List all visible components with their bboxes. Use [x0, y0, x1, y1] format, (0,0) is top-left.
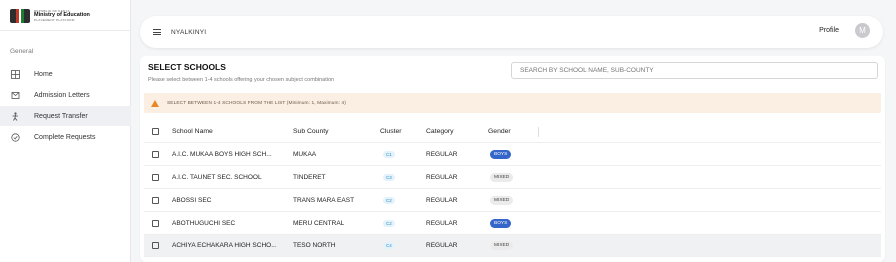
- sidebar: REPUBLIC OF KENYA Ministry of Education …: [0, 0, 131, 262]
- school-name-cell: A.I.C. MUKAA BOYS HIGH SCH...: [172, 151, 272, 158]
- header-sub-county[interactable]: Sub County: [293, 128, 380, 135]
- row-checkbox[interactable]: [152, 242, 159, 249]
- avatar[interactable]: M: [855, 23, 870, 38]
- gender-badge: BOYS: [490, 150, 512, 159]
- cluster-badge: C2: [383, 197, 395, 204]
- home-icon: [11, 69, 20, 79]
- school-name-cell: ABOSSI SEC: [172, 197, 212, 204]
- sidebar-item-label: Home: [34, 70, 53, 78]
- row-checkbox[interactable]: [152, 151, 159, 158]
- cluster-badge: C2: [383, 220, 395, 227]
- category-cell: REGULAR: [426, 174, 458, 181]
- sidebar-item-request-transfer[interactable]: Request Transfer: [0, 106, 131, 126]
- gender-badge: BOYS: [490, 219, 512, 228]
- sidebar-item-complete-requests[interactable]: Complete Requests: [0, 127, 131, 147]
- select-schools-card: SELECT SCHOOLS Please select between 1-4…: [140, 56, 885, 262]
- sub-county-cell: MERU CENTRAL: [293, 220, 345, 227]
- warning-icon: [151, 99, 159, 107]
- search-input[interactable]: [511, 62, 878, 79]
- row-checkbox[interactable]: [152, 174, 159, 181]
- sidebar-item-label: Admission Letters: [34, 91, 90, 99]
- sub-county-cell: TINDERET: [293, 174, 326, 181]
- cluster-badge: C1: [383, 151, 395, 158]
- logo-line-3: PLACEMENT PLATFORM: [34, 17, 75, 22]
- school-name-cell: ACHIYA ECHAKARA HIGH SCHO...: [172, 242, 277, 249]
- school-name: NYALKINYI: [171, 28, 207, 36]
- header-gender[interactable]: Gender: [488, 128, 538, 135]
- header-school-name[interactable]: School Name: [172, 128, 293, 135]
- table-row[interactable]: ACHIYA ECHAKARA HIGH SCHO... TESO NORTH …: [144, 235, 881, 257]
- sidebar-section-label: General: [10, 48, 34, 55]
- letter-icon: [11, 91, 20, 100]
- category-cell: REGULAR: [426, 197, 458, 204]
- category-cell: REGULAR: [426, 151, 458, 158]
- sidebar-item-label: Request Transfer: [34, 112, 88, 120]
- ministry-logo[interactable]: REPUBLIC OF KENYA Ministry of Education …: [10, 9, 90, 23]
- sub-county-cell: TESO NORTH: [293, 242, 336, 249]
- header-category[interactable]: Category: [426, 128, 488, 135]
- category-cell: REGULAR: [426, 220, 458, 227]
- profile-link[interactable]: Profile: [819, 27, 839, 34]
- select-all-checkbox[interactable]: [152, 128, 159, 135]
- page-title: SELECT SCHOOLS: [148, 62, 226, 72]
- school-name-cell: A.I.C. TAUNET SEC. SCHOOL: [172, 174, 262, 181]
- gender-badge: MIXED: [490, 196, 514, 205]
- coat-of-arms-icon: [10, 9, 30, 23]
- column-divider: [538, 126, 539, 137]
- transfer-icon: [11, 111, 20, 121]
- cluster-badge: C4: [383, 242, 395, 249]
- category-cell: REGULAR: [426, 242, 458, 249]
- sidebar-item-label: Complete Requests: [34, 133, 96, 141]
- table-row[interactable]: A.I.C. TAUNET SEC. SCHOOL TINDERET C3 RE…: [144, 167, 881, 189]
- gender-badge: MIXED: [490, 241, 514, 250]
- gender-badge: MIXED: [490, 173, 514, 182]
- table-row[interactable]: A.I.C. MUKAA BOYS HIGH SCH... MUKAA C1 R…: [144, 144, 881, 166]
- hamburger-menu-icon[interactable]: [153, 29, 161, 35]
- sidebar-item-admission-letters[interactable]: Admission Letters: [0, 85, 131, 105]
- table-header: School Name Sub County Cluster Category …: [144, 121, 881, 143]
- sub-county-cell: MUKAA: [293, 151, 317, 158]
- sidebar-item-home[interactable]: Home: [0, 64, 131, 84]
- school-name-cell: ABOTHUGUCHI SEC: [172, 220, 236, 227]
- check-requests-icon: [11, 132, 20, 142]
- page-subtitle: Please select between 1-4 schools offeri…: [148, 77, 335, 83]
- header-cluster[interactable]: Cluster: [380, 128, 426, 135]
- row-checkbox[interactable]: [152, 220, 159, 227]
- table-row[interactable]: ABOTHUGUCHI SEC MERU CENTRAL C2 REGULAR …: [144, 213, 881, 235]
- divider: [0, 30, 131, 31]
- alert-message: SELECT BETWEEN 1-4 SCHOOLS FROM THE LIST…: [167, 100, 346, 106]
- top-bar: NYALKINYI Profile M: [140, 16, 883, 48]
- cluster-badge: C3: [383, 174, 395, 181]
- row-checkbox[interactable]: [152, 197, 159, 204]
- selection-alert: SELECT BETWEEN 1-4 SCHOOLS FROM THE LIST…: [144, 93, 881, 113]
- sub-county-cell: TRANS MARA EAST: [293, 197, 355, 204]
- table-row[interactable]: ABOSSI SEC TRANS MARA EAST C2 REGULAR MI…: [144, 190, 881, 212]
